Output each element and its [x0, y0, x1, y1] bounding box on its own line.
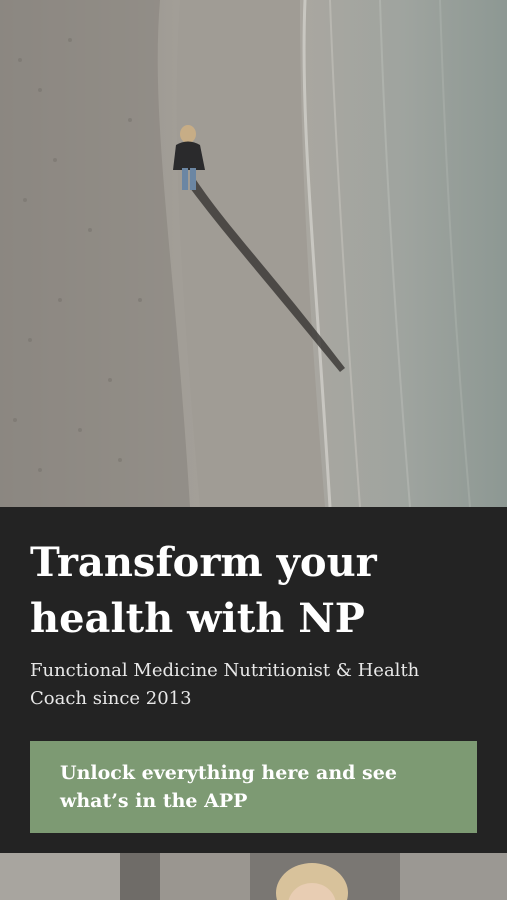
hero-image [0, 0, 507, 507]
beach-aerial-photo [0, 0, 507, 507]
subtitle-text: Functional Medicine Nutritionist & Healt… [30, 660, 420, 709]
unlock-app-button-label: Unlock everything here and see what’s in… [60, 762, 397, 812]
next-section-image [0, 853, 507, 900]
intro-panel: Transform your health with NP Functional… [0, 507, 507, 853]
unlock-app-button[interactable]: Unlock everything here and see what’s in… [30, 741, 477, 833]
page-title: Transform your health with NP [30, 539, 377, 642]
portrait-photo [0, 853, 507, 900]
